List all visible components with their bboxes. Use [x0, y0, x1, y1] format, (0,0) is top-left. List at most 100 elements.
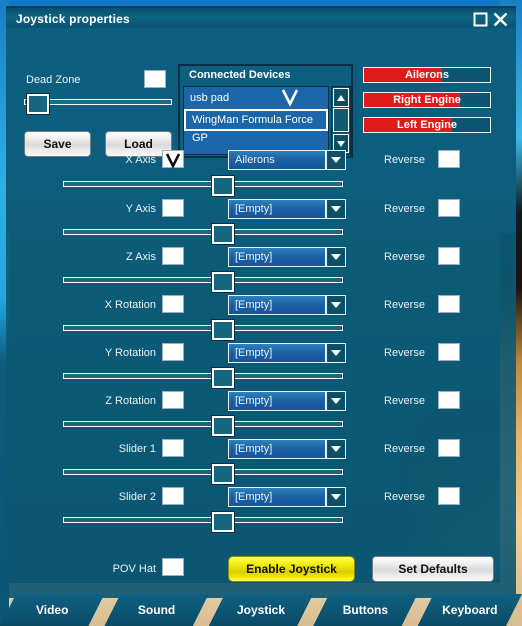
axis-enable-checkbox-x-rotation[interactable] — [162, 295, 184, 313]
chevron-down-icon[interactable] — [326, 295, 346, 315]
chevron-down-icon[interactable] — [326, 199, 346, 219]
axis-slider-slider-1[interactable] — [63, 463, 343, 485]
list-item[interactable]: WingMan Formula Force GP — [184, 109, 328, 144]
axis-assignment-value: [Empty] — [228, 439, 326, 459]
reverse-label-z-axis: Reverse — [384, 251, 425, 263]
reverse-checkbox-slider-1[interactable] — [438, 439, 460, 457]
connected-devices-header: Connected Devices — [189, 69, 291, 81]
chevron-down-icon[interactable] — [326, 247, 346, 267]
axis-assignment-value: [Empty] — [228, 295, 326, 315]
reverse-checkbox-x-rotation[interactable] — [438, 295, 460, 313]
reverse-label-x-axis: Reverse — [384, 154, 425, 166]
axis-enable-checkbox-x-axis[interactable] — [162, 150, 184, 168]
maximize-icon[interactable] — [472, 11, 489, 28]
axis-assignment-combo-x-rotation[interactable]: [Empty] — [228, 295, 346, 315]
chevron-down-icon[interactable] — [326, 391, 346, 411]
chevron-down-icon[interactable] — [326, 150, 346, 170]
axis-assignment-combo-slider-1[interactable]: [Empty] — [228, 439, 346, 459]
axis-assignment-combo-z-axis[interactable]: [Empty] — [228, 247, 346, 267]
reverse-label-slider-1: Reverse — [384, 443, 425, 455]
reverse-checkbox-y-axis[interactable] — [438, 199, 460, 217]
axis-enable-checkbox-z-axis[interactable] — [162, 247, 184, 265]
deadzone-label: Dead Zone — [26, 74, 81, 86]
reverse-checkbox-z-axis[interactable] — [438, 247, 460, 265]
tab-keyboard[interactable]: Keyboard — [418, 594, 522, 626]
axis-assignment-value: Ailerons — [228, 150, 326, 170]
axis-slider-track — [63, 277, 343, 283]
axis-slider-thumb[interactable] — [210, 511, 235, 533]
axis-assignment-combo-slider-2[interactable]: [Empty] — [228, 487, 346, 507]
reverse-checkbox-slider-2[interactable] — [438, 487, 460, 505]
reverse-checkbox-z-rotation[interactable] — [438, 391, 460, 409]
title-bar: Joystick properties — [6, 6, 516, 30]
meter-label: Right Engine — [393, 94, 461, 106]
axis-enable-checkbox-slider-2[interactable] — [162, 487, 184, 505]
axis-slider-track — [63, 373, 343, 379]
axis-label-y-axis: Y Axis — [125, 203, 156, 215]
axis-assignment-combo-y-rotation[interactable]: [Empty] — [228, 343, 346, 363]
tab-sound[interactable]: Sound — [104, 594, 208, 626]
axis-assignment-combo-y-axis[interactable]: [Empty] — [228, 199, 346, 219]
reverse-label-y-axis: Reverse — [384, 203, 425, 215]
connected-devices-box: Connected Devices usb pad WingMan Formul… — [178, 64, 353, 158]
axis-slider-track — [63, 229, 343, 235]
axis-slider-z-rotation[interactable] — [63, 415, 343, 437]
axis-slider-track — [63, 421, 343, 427]
axis-assignment-value: [Empty] — [228, 199, 326, 219]
deadzone-checkbox[interactable] — [144, 70, 166, 88]
axis-enable-checkbox-y-rotation[interactable] — [162, 343, 184, 361]
axis-enable-checkbox-z-rotation[interactable] — [162, 391, 184, 409]
axis-assignment-combo-z-rotation[interactable]: [Empty] — [228, 391, 346, 411]
axis-slider-thumb[interactable] — [210, 175, 235, 197]
pov-hat-checkbox[interactable] — [162, 558, 184, 576]
pov-hat-label: POV Hat — [112, 563, 156, 575]
axis-slider-y-axis[interactable] — [63, 223, 343, 245]
axis-assignment-value: [Empty] — [228, 343, 326, 363]
axis-slider-thumb[interactable] — [210, 463, 235, 485]
close-icon[interactable] — [492, 11, 509, 28]
axis-enable-checkbox-y-axis[interactable] — [162, 199, 184, 217]
tab-buttons[interactable]: Buttons — [313, 594, 417, 626]
axis-label-slider-2: Slider 2 — [118, 491, 156, 503]
chevron-down-icon[interactable] — [326, 487, 346, 507]
reverse-checkbox-y-rotation[interactable] — [438, 343, 460, 361]
deadzone-slider-thumb[interactable] — [25, 93, 50, 115]
axis-label-y-rotation: Y Rotation — [104, 347, 156, 359]
axis-slider-track — [63, 325, 343, 331]
axis-assignment-combo-x-axis[interactable]: Ailerons — [228, 150, 346, 170]
axis-slider-track — [63, 469, 343, 475]
meter-ailerons: Ailerons — [363, 67, 491, 83]
axis-slider-slider-2[interactable] — [63, 511, 343, 533]
axis-label-x-rotation: X Rotation — [104, 299, 156, 311]
tab-joystick[interactable]: Joystick — [209, 594, 313, 626]
reverse-checkbox-x-axis[interactable] — [438, 150, 460, 168]
axis-enable-checkbox-slider-1[interactable] — [162, 439, 184, 457]
list-item[interactable]: usb pad — [184, 87, 328, 109]
reverse-label-x-rotation: Reverse — [384, 299, 425, 311]
chevron-down-icon[interactable] — [326, 439, 346, 459]
scroll-up-icon[interactable] — [333, 88, 349, 107]
axis-slider-z-axis[interactable] — [63, 271, 343, 293]
axis-slider-x-rotation[interactable] — [63, 319, 343, 341]
axis-slider-track — [63, 517, 343, 523]
axis-slider-x-axis[interactable] — [63, 175, 343, 197]
axis-label-z-rotation: Z Rotation — [105, 395, 156, 407]
tab-video[interactable]: Video — [0, 594, 104, 626]
axis-slider-y-rotation[interactable] — [63, 367, 343, 389]
axis-slider-thumb[interactable] — [210, 415, 235, 437]
scrollbar-thumb[interactable] — [333, 108, 349, 132]
axis-slider-thumb[interactable] — [210, 223, 235, 245]
axis-slider-thumb[interactable] — [210, 271, 235, 293]
chevron-down-icon[interactable] — [326, 343, 346, 363]
axis-slider-thumb[interactable] — [210, 367, 235, 389]
enable-joystick-button[interactable]: Enable Joystick — [228, 556, 355, 582]
device-list-scrollbar[interactable] — [331, 86, 351, 155]
set-defaults-button[interactable]: Set Defaults — [372, 556, 494, 582]
axis-slider-track — [63, 181, 343, 187]
axis-assignment-value: [Empty] — [228, 247, 326, 267]
connected-devices-list[interactable]: usb pad WingMan Formula Force GP — [183, 86, 329, 155]
reverse-label-y-rotation: Reverse — [384, 347, 425, 359]
axis-slider-thumb[interactable] — [210, 319, 235, 341]
axis-label-x-axis: X Axis — [125, 154, 156, 166]
deadzone-slider[interactable] — [24, 93, 172, 115]
